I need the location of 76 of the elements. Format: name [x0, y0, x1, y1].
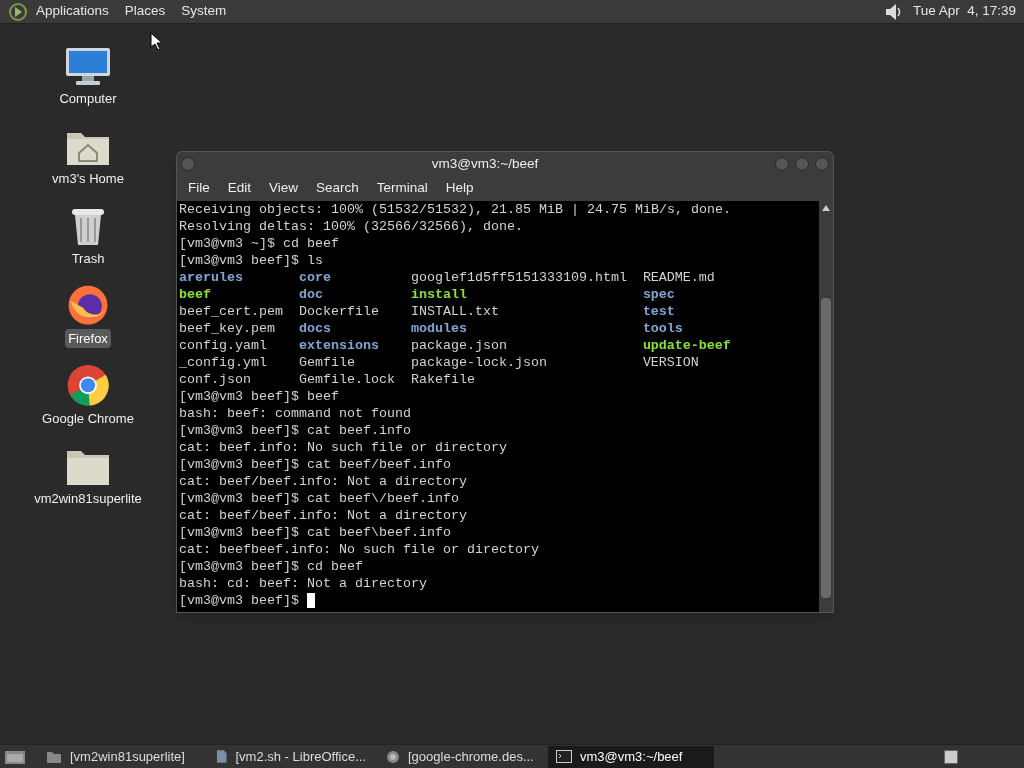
- listing-entry: conf.json: [179, 372, 251, 387]
- listing-entry: package.json: [410, 338, 507, 353]
- terminal-line: cat: beef/beef.info: Not a directory: [179, 507, 468, 524]
- listing-entry: config.yaml: [179, 338, 267, 353]
- taskbar-button[interactable]: [google-chrome.des...: [378, 745, 544, 768]
- terminal-line: [vm3@vm3 beef]$ cd beef: [179, 558, 364, 575]
- menu-item[interactable]: View: [260, 178, 308, 199]
- globe-icon: [386, 749, 400, 764]
- listing-entry: Dockerfile: [298, 304, 379, 319]
- terminal-line: bash: beef: command not found: [179, 405, 412, 422]
- terminal-line: [vm3@vm3 beef]$ beef: [179, 388, 340, 405]
- terminal-line: [vm3@vm3 beef]$ ls: [179, 252, 324, 269]
- text-cursor: [307, 593, 315, 608]
- terminal-line: [vm3@vm3 ~]$ cd beef: [179, 235, 340, 252]
- listing-entry: package-lock.json: [410, 355, 547, 370]
- menu-item[interactable]: Help: [436, 178, 483, 199]
- listing-entry: VERSION: [642, 355, 699, 370]
- listing-entry: doc: [298, 287, 323, 302]
- folder-icon: [46, 749, 62, 764]
- terminal-icon: [556, 750, 572, 763]
- taskbar-button[interactable]: [vm2.sh - LibreOffice...: [208, 745, 374, 768]
- listing-entry: modules: [410, 321, 467, 336]
- panel-menu[interactable]: Applications: [36, 1, 109, 22]
- menu-item[interactable]: Search: [307, 178, 368, 199]
- desktop-icon-label[interactable]: vm3's Home: [49, 168, 127, 188]
- menu-item[interactable]: Edit: [218, 178, 261, 199]
- window-title: vm3@vm3:~/beef: [430, 154, 540, 173]
- listing-entry: INSTALL.txt: [410, 304, 499, 319]
- panel-menu[interactable]: System: [181, 1, 227, 22]
- listing-entry: Rakefile: [410, 372, 475, 387]
- listing-entry: extensions: [298, 338, 379, 353]
- listing-entry: spec: [642, 287, 675, 302]
- listing-entry: update-beef: [642, 338, 731, 353]
- desktop-icon-label[interactable]: Google Chrome: [39, 408, 137, 428]
- clock[interactable]: Tue Apr 4, 17:39: [912, 1, 1016, 22]
- listing-entry: Gemfile: [298, 355, 355, 370]
- listing-entry: _config.yml: [179, 355, 267, 370]
- listing-entry: beef: [179, 287, 211, 302]
- terminal-line: cat: beef/beef.info: Not a directory: [179, 473, 468, 490]
- desktop-icon-label[interactable]: Computer: [56, 88, 120, 108]
- terminal-line: [vm3@vm3 beef]$ cat beef\/beef.info: [179, 490, 460, 507]
- terminal-line: Resolving deltas: 100% (32566/32566), done.: [179, 218, 524, 235]
- terminal-line: [vm3@vm3 beef]$ cat beef.info: [179, 422, 412, 439]
- menu-item[interactable]: File: [179, 178, 219, 199]
- listing-entry: README.md: [642, 270, 715, 285]
- mouse-pointer-icon: [150, 32, 162, 50]
- document-icon: [216, 749, 228, 764]
- terminal-line: [vm3@vm3 beef]$ cat beef\beef.info: [179, 524, 452, 541]
- listing-entry: docs: [298, 321, 331, 336]
- distro-logo-icon[interactable]: [8, 1, 28, 22]
- panel-menu[interactable]: Places: [124, 1, 166, 22]
- listing-entry: googlef1d5ff5151333109.html: [410, 270, 627, 285]
- taskbar-button[interactable]: [vm2win81superlite]: [38, 745, 204, 768]
- workspace-switcher[interactable]: [944, 749, 958, 764]
- listing-entry: arerules: [179, 270, 243, 285]
- listing-entry: tools: [642, 321, 683, 336]
- terminal-line: Receiving objects: 100% (51532/51532), 21.85 MiB | 24.75 MiB/s, done.: [179, 201, 732, 218]
- scroll-up-icon[interactable]: [822, 205, 830, 211]
- desktop-icon-label[interactable]: Firefox: [65, 328, 111, 348]
- desktop-icon-label[interactable]: vm2win81superlite: [31, 488, 145, 508]
- listing-entry: Gemfile.lock: [298, 372, 395, 387]
- taskbar-button[interactable]: vm3@vm3:~/beef: [548, 745, 714, 768]
- menu-item[interactable]: Terminal: [367, 178, 437, 199]
- terminal-line: [vm3@vm3 beef]$ cat beef/beef.info: [179, 456, 452, 473]
- terminal-prompt: [vm3@vm3 beef]$: [179, 592, 299, 609]
- listing-entry: test: [642, 304, 675, 319]
- listing-entry: beef_cert.pem: [179, 304, 283, 319]
- scrollbar[interactable]: [819, 201, 833, 612]
- listing-entry: beef_key.pem: [179, 321, 275, 336]
- terminal-line: cat: beefbeef.info: No such file or directory: [179, 541, 540, 558]
- listing-entry: install: [410, 287, 467, 302]
- listing-entry: core: [298, 270, 331, 285]
- computer-icon: [64, 46, 112, 87]
- desktop-icon-label[interactable]: Trash: [68, 248, 108, 268]
- terminal-line: bash: cd: beef: Not a directory: [179, 575, 428, 592]
- terminal-line: cat: beef.info: No such file or directory: [179, 439, 508, 456]
